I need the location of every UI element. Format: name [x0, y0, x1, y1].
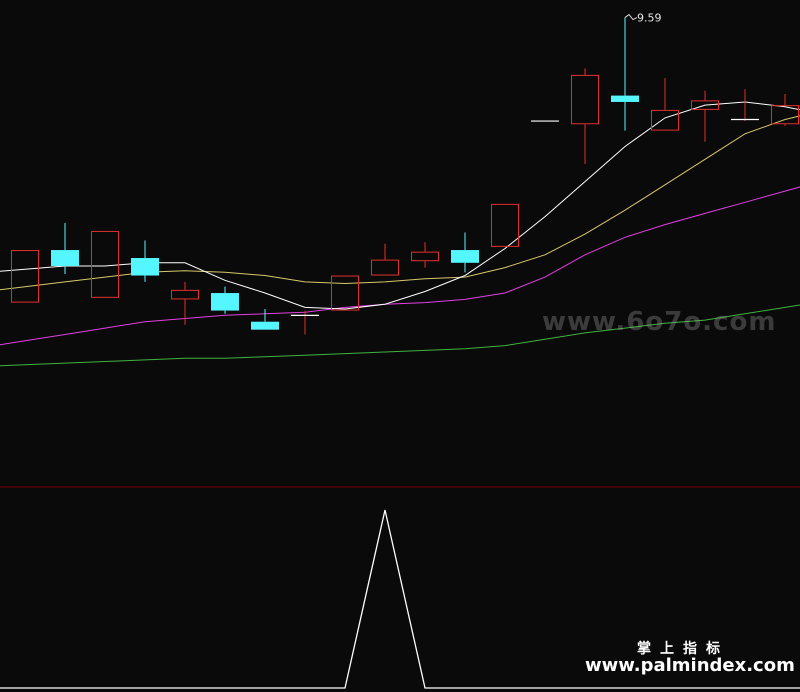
candle-4	[171, 281, 199, 325]
candle-body	[411, 251, 439, 262]
candle-body	[451, 250, 479, 263]
candle-body	[91, 230, 119, 298]
candle-6	[251, 308, 279, 330]
chart-stage: 9.59 www.6o7o.com 掌上指标 www.palmindex.com	[0, 0, 800, 692]
candle-body	[611, 95, 639, 102]
candle-body	[11, 250, 39, 303]
candle-15	[611, 17, 639, 131]
candle-14	[571, 68, 599, 165]
candle-body	[251, 321, 279, 330]
candle-12	[491, 203, 519, 247]
annotations: 9.59	[624, 12, 662, 25]
candle-body	[491, 203, 519, 247]
candle-3	[131, 240, 159, 282]
candle-9	[371, 243, 399, 276]
annotation-pointer	[624, 13, 638, 21]
candle-7	[291, 310, 319, 335]
candle-body	[571, 74, 599, 125]
candle-body	[371, 259, 399, 276]
candle-body	[211, 293, 239, 311]
watermark-brand-url: www.palmindex.com	[585, 655, 795, 676]
candle-0	[11, 250, 39, 303]
candle-18	[731, 89, 759, 122]
candle-19	[771, 93, 799, 126]
candle-5	[211, 286, 239, 314]
candle-body	[651, 109, 679, 131]
candle-17	[691, 90, 719, 142]
annotation-label: 9.59	[637, 12, 662, 25]
candle-10	[411, 242, 439, 268]
candle-body	[331, 275, 359, 311]
candle-16	[651, 78, 679, 131]
candle-11	[451, 232, 479, 273]
candles	[11, 17, 799, 335]
ma5-line	[0, 101, 800, 310]
ma10-line	[0, 115, 800, 291]
candle-8	[331, 275, 359, 311]
candle-body	[51, 250, 79, 266]
candle-body	[171, 289, 199, 300]
candlestick-chart: 9.59	[0, 12, 800, 689]
candle-2	[91, 230, 119, 298]
candle-body	[131, 258, 159, 276]
watermark-site: www.6o7o.com	[542, 307, 777, 337]
price-annotation: 9.59	[624, 12, 662, 25]
